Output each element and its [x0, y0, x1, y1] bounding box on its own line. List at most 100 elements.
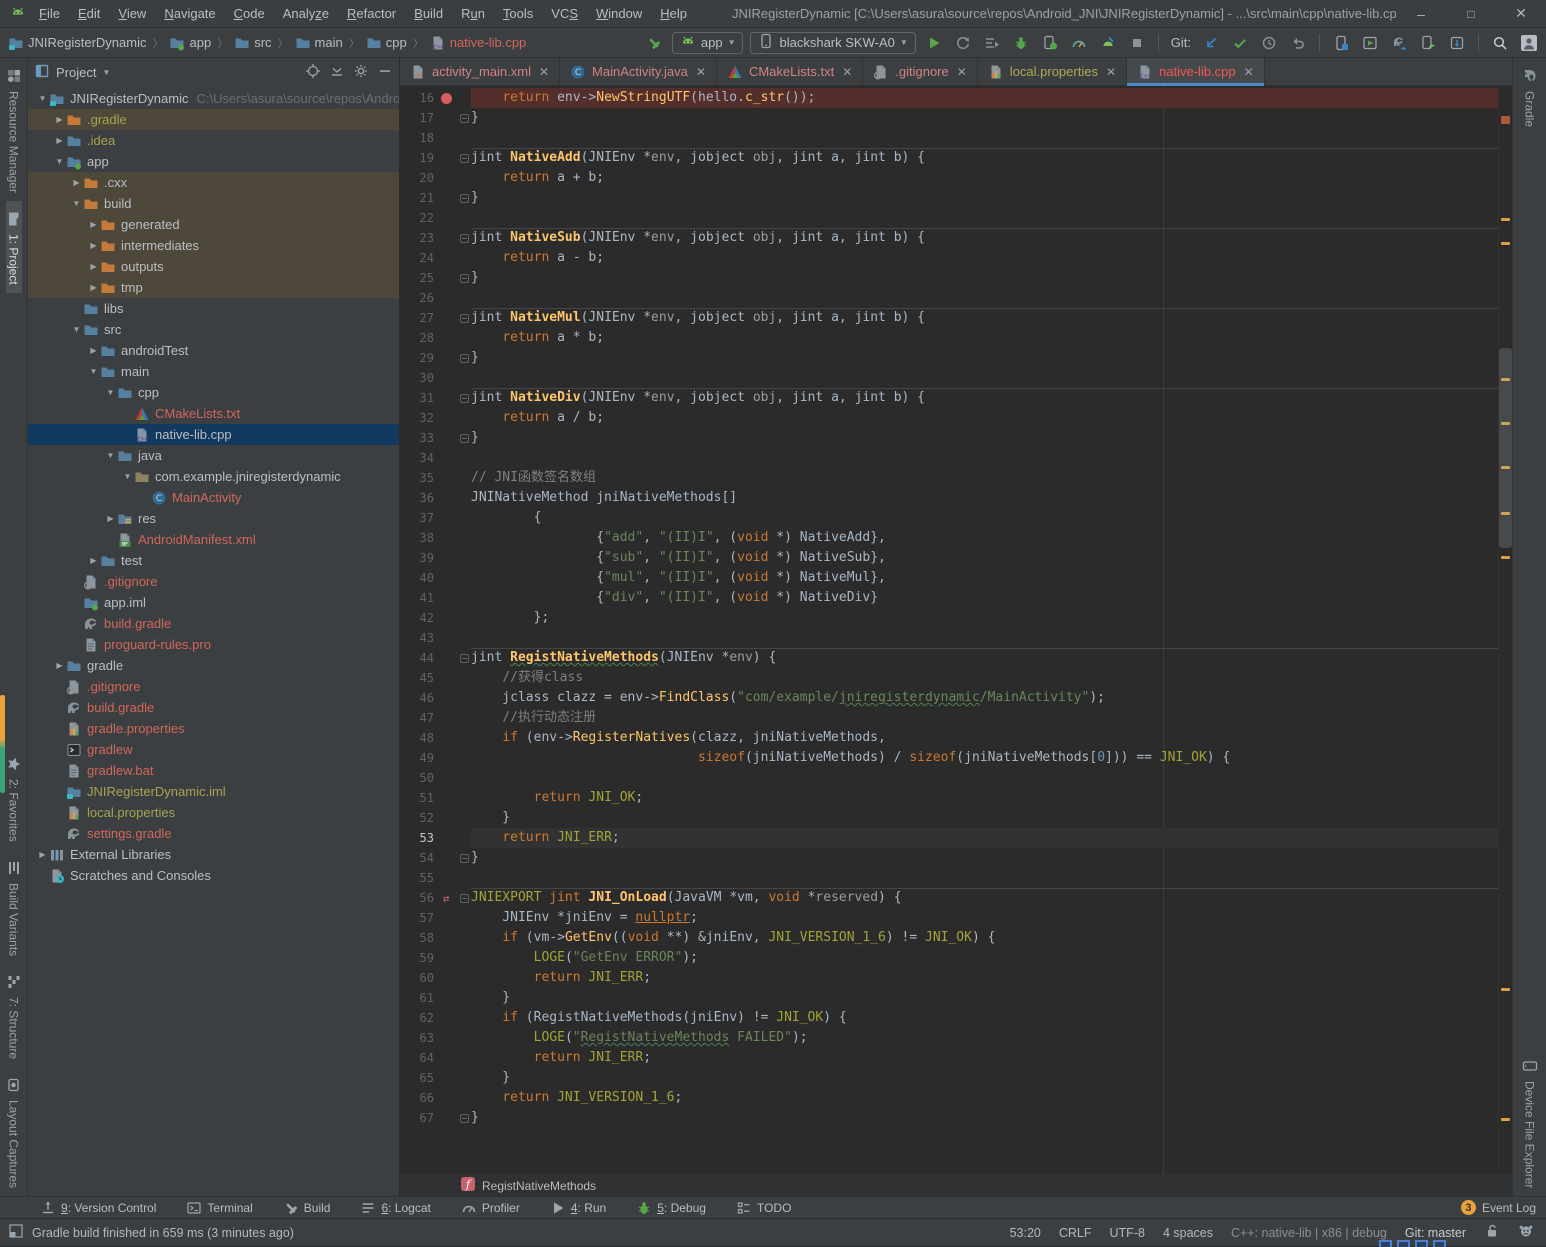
- stop-button[interactable]: [1126, 32, 1148, 54]
- fold-start-icon[interactable]: −: [458, 894, 471, 903]
- debug-button[interactable]: [1010, 32, 1032, 54]
- tree-item-cmakelists-txt[interactable]: CMakeLists.txt: [28, 403, 399, 424]
- tree-expander-icon[interactable]: ▶: [70, 178, 83, 187]
- run-config-select[interactable]: app▼: [672, 32, 744, 54]
- maximize-button[interactable]: □: [1454, 7, 1488, 21]
- toolwindow-button-build[interactable]: Build: [283, 1200, 331, 1216]
- menu-navigate[interactable]: Navigate: [155, 6, 224, 21]
- caret-position[interactable]: 53:20: [1010, 1226, 1041, 1240]
- tree-item-gradlew[interactable]: gradlew: [28, 739, 399, 760]
- code-line-36[interactable]: 36JNINativeMethod jniNativeMethods[]: [400, 488, 1498, 508]
- history-button[interactable]: [1258, 32, 1280, 54]
- tree-expander-icon[interactable]: ▶: [53, 115, 66, 124]
- code-line-25[interactable]: 25−}: [400, 268, 1498, 288]
- code-line-17[interactable]: 17−}: [400, 108, 1498, 128]
- tree-expander-icon[interactable]: ▼: [36, 94, 49, 103]
- status-message[interactable]: Gradle build finished in 659 ms (3 minut…: [32, 1226, 294, 1240]
- tree-item-gradlew-bat[interactable]: gradlew.bat: [28, 760, 399, 781]
- fold-end-icon[interactable]: −: [458, 1114, 471, 1123]
- breadcrumb-item-jniregisterdynamic[interactable]: JNIRegisterDynamic: [6, 35, 148, 51]
- menu-view[interactable]: View: [109, 6, 155, 21]
- tree-item-tmp[interactable]: ▶tmp: [28, 277, 399, 298]
- code-editor[interactable]: 16 return env->NewStringUTF(hello.c_str(…: [400, 86, 1512, 1174]
- code-line-16[interactable]: 16 return env->NewStringUTF(hello.c_str(…: [400, 88, 1498, 108]
- breadcrumb-item-native-lib-cpp[interactable]: C++native-lib.cpp: [428, 35, 529, 51]
- device-manager-button[interactable]: [1330, 32, 1352, 54]
- sdk-manager-button[interactable]: [1446, 32, 1468, 54]
- breadcrumb-item-app[interactable]: app: [167, 35, 213, 51]
- tool-strip-device-file-explorer[interactable]: Device File Explorer: [1522, 1048, 1538, 1196]
- menu-run[interactable]: Run: [452, 6, 494, 21]
- profile-button[interactable]: [1068, 32, 1090, 54]
- code-line-67[interactable]: 67−}: [400, 1108, 1498, 1128]
- tree-expander-icon[interactable]: ▼: [70, 199, 83, 208]
- tree-expander-icon[interactable]: ▼: [70, 325, 83, 334]
- code-line-37[interactable]: 37 {: [400, 508, 1498, 528]
- editor-tab-mainactivity-java[interactable]: CMainActivity.java✕: [560, 58, 717, 85]
- tree-item-gradle-properties[interactable]: gradle.properties: [28, 718, 399, 739]
- tree-item-libs[interactable]: libs: [28, 298, 399, 319]
- tree-item-cpp[interactable]: ▼cpp: [28, 382, 399, 403]
- code-line-30[interactable]: 30: [400, 368, 1498, 388]
- tab-close-icon[interactable]: ✕: [696, 65, 706, 79]
- code-line-23[interactable]: 23−jint NativeSub(JNIEnv *env, jobject o…: [400, 228, 1498, 248]
- tree-item-res[interactable]: ▶res: [28, 508, 399, 529]
- editor-tab-activity-main-xml[interactable]: <>activity_main.xml✕: [400, 58, 560, 85]
- code-line-39[interactable]: 39 {"sub", "(II)I", (void *) NativeSub},: [400, 548, 1498, 568]
- fold-end-icon[interactable]: −: [458, 354, 471, 363]
- tree-item-build-gradle[interactable]: build.gradle: [28, 613, 399, 634]
- code-line-46[interactable]: 46 jclass clazz = env->FindClass("com/ex…: [400, 688, 1498, 708]
- error-stripe-warning-mark[interactable]: [1501, 988, 1510, 991]
- build-hammer-icon[interactable]: [643, 32, 665, 54]
- update-project-button[interactable]: [1200, 32, 1222, 54]
- tree-expander-icon[interactable]: ▶: [87, 262, 100, 271]
- git-branch[interactable]: Git: master: [1405, 1226, 1466, 1240]
- tree-item-scratches-and-consoles[interactable]: Scratches and Consoles: [28, 865, 399, 886]
- tool-strip-resource-manager[interactable]: Resource Manager: [6, 58, 22, 201]
- tree-item-generated[interactable]: ▶generated: [28, 214, 399, 235]
- tree-item--gitignore[interactable]: .gitignore: [28, 571, 399, 592]
- locate-button[interactable]: [305, 63, 321, 82]
- tree-item-androidmanifest-xml[interactable]: MFAndroidManifest.xml: [28, 529, 399, 550]
- code-line-22[interactable]: 22: [400, 208, 1498, 228]
- error-stripe-breakpoint-mark[interactable]: [1501, 116, 1510, 124]
- line-ending[interactable]: CRLF: [1059, 1226, 1092, 1240]
- hide-button[interactable]: [377, 63, 393, 82]
- menu-help[interactable]: Help: [651, 6, 696, 21]
- tree-expander-icon[interactable]: ▶: [87, 220, 100, 229]
- tree-item-test[interactable]: ▶test: [28, 550, 399, 571]
- fold-end-icon[interactable]: −: [458, 434, 471, 443]
- tree-expander-icon[interactable]: ▶: [104, 514, 117, 523]
- tree-item-external-libraries[interactable]: ▶External Libraries: [28, 844, 399, 865]
- gradle-daemon-icon[interactable]: [1518, 1223, 1534, 1242]
- tool-strip-build-variants[interactable]: Build Variants: [6, 850, 22, 964]
- menu-vcs[interactable]: VCS: [542, 6, 587, 21]
- error-stripe-warning-mark[interactable]: [1501, 218, 1510, 221]
- tree-item-gradle[interactable]: ▶gradle: [28, 655, 399, 676]
- code-line-65[interactable]: 65 }: [400, 1068, 1498, 1088]
- event-log-button[interactable]: 3 Event Log: [1461, 1200, 1536, 1215]
- fold-start-icon[interactable]: −: [458, 314, 471, 323]
- code-line-52[interactable]: 52 }: [400, 808, 1498, 828]
- code-line-51[interactable]: 51 return JNI_OK;: [400, 788, 1498, 808]
- override-marker-icon[interactable]: ⇄: [434, 893, 458, 904]
- fold-start-icon[interactable]: −: [458, 654, 471, 663]
- avatar-button[interactable]: [1518, 32, 1540, 54]
- menu-window[interactable]: Window: [587, 6, 651, 21]
- build-configuration[interactable]: C++: native-lib | x86 | debug: [1231, 1226, 1387, 1240]
- tree-item-local-properties[interactable]: local.properties: [28, 802, 399, 823]
- run-window-button[interactable]: [1359, 32, 1381, 54]
- code-line-19[interactable]: 19−jint NativeAdd(JNIEnv *env, jobject o…: [400, 148, 1498, 168]
- commit-button[interactable]: [1229, 32, 1251, 54]
- code-line-43[interactable]: 43: [400, 628, 1498, 648]
- code-line-59[interactable]: 59 LOGE("GetEnv ERROR");: [400, 948, 1498, 968]
- device-select[interactable]: blackshark SKW-A0▼: [750, 32, 915, 54]
- apply-code-changes-button[interactable]: [981, 32, 1003, 54]
- editor-tab-local-properties[interactable]: local.properties✕: [978, 58, 1127, 85]
- menu-refactor[interactable]: Refactor: [338, 6, 405, 21]
- tree-item--gradle[interactable]: ▶.gradle: [28, 109, 399, 130]
- fold-end-icon[interactable]: −: [458, 274, 471, 283]
- breadcrumb-item-src[interactable]: src: [232, 35, 273, 51]
- code-line-54[interactable]: 54−}: [400, 848, 1498, 868]
- tree-item-com-example-jniregisterdynamic[interactable]: ▼com.example.jniregisterdynamic: [28, 466, 399, 487]
